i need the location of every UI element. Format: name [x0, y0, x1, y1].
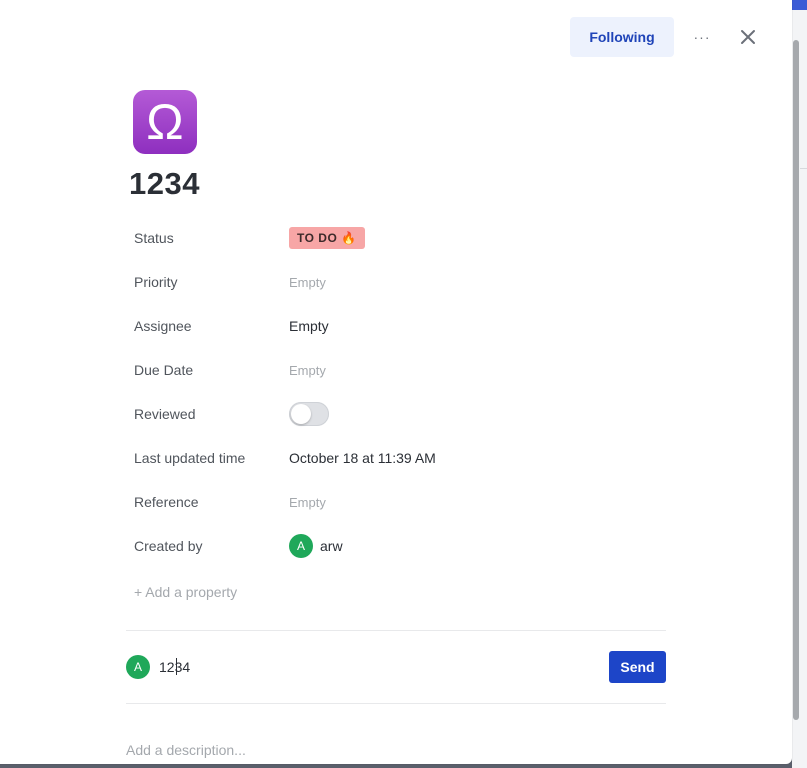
- background-header-strip: [792, 0, 807, 10]
- page-icon-glyph: Ω: [146, 94, 184, 150]
- comment-input[interactable]: 1234: [159, 658, 609, 675]
- toggle-knob: [291, 404, 311, 424]
- divider: [126, 703, 666, 704]
- avatar: A: [289, 534, 313, 558]
- creator-name: arw: [320, 538, 343, 554]
- add-property-row: + Add a property: [134, 568, 694, 616]
- close-button[interactable]: [734, 23, 762, 51]
- property-row-reviewed: Reviewed: [134, 392, 694, 436]
- comment-composer: A 1234 Send: [126, 651, 666, 683]
- created-by-value: A arw: [289, 534, 343, 558]
- following-button[interactable]: Following: [570, 17, 674, 57]
- scrollbar-thumb[interactable]: [793, 40, 799, 720]
- property-label: Status: [134, 230, 174, 246]
- avatar: A: [126, 655, 150, 679]
- reference-value[interactable]: Empty: [289, 495, 326, 510]
- due-date-value[interactable]: Empty: [289, 363, 326, 378]
- property-label: Priority: [134, 274, 178, 290]
- reviewed-toggle[interactable]: [289, 402, 329, 426]
- property-row-created-by: Created by A arw: [134, 524, 694, 568]
- send-button[interactable]: Send: [609, 651, 666, 683]
- last-updated-value: October 18 at 11:39 AM: [289, 450, 436, 466]
- reviewed-value: [289, 402, 329, 426]
- priority-value[interactable]: Empty: [289, 275, 326, 290]
- property-label: Created by: [134, 538, 203, 554]
- more-options-icon: ···: [693, 29, 711, 45]
- page-title[interactable]: 1234: [129, 166, 200, 202]
- text-caret: [176, 658, 177, 675]
- background-page-edge: [792, 0, 807, 768]
- fire-icon: 🔥: [341, 231, 357, 245]
- background-divider: [800, 168, 807, 169]
- add-property-button[interactable]: + Add a property: [134, 584, 237, 600]
- property-row-due-date: Due Date Empty: [134, 348, 694, 392]
- close-icon: [741, 30, 755, 44]
- property-row-reference: Reference Empty: [134, 480, 694, 524]
- property-row-priority: Priority Empty: [134, 260, 694, 304]
- divider: [126, 630, 666, 631]
- status-badge[interactable]: TO DO 🔥: [289, 227, 365, 249]
- assignee-value[interactable]: Empty: [289, 318, 329, 334]
- property-label: Due Date: [134, 362, 194, 378]
- status-value[interactable]: TO DO 🔥: [289, 227, 365, 249]
- property-label: Assignee: [134, 318, 192, 334]
- description-input[interactable]: Add a description...: [126, 742, 246, 758]
- property-label: Reviewed: [134, 406, 196, 422]
- property-label: Reference: [134, 494, 199, 510]
- property-label: Last updated time: [134, 450, 246, 466]
- libra-icon[interactable]: Ω: [133, 90, 197, 154]
- property-row-status: Status TO DO 🔥: [134, 216, 694, 260]
- property-row-assignee: Assignee Empty: [134, 304, 694, 348]
- more-options-button[interactable]: ···: [688, 23, 716, 51]
- properties-list: Status TO DO 🔥 Priority Empty Assignee E…: [134, 216, 694, 616]
- modal-top-actions: Following ···: [570, 17, 762, 57]
- property-row-last-updated: Last updated time October 18 at 11:39 AM: [134, 436, 694, 480]
- page-modal: Following ··· Ω 1234 Status TO DO 🔥 Prio…: [0, 0, 792, 764]
- status-text: TO DO: [297, 231, 338, 245]
- comment-text-before: 12: [159, 659, 175, 675]
